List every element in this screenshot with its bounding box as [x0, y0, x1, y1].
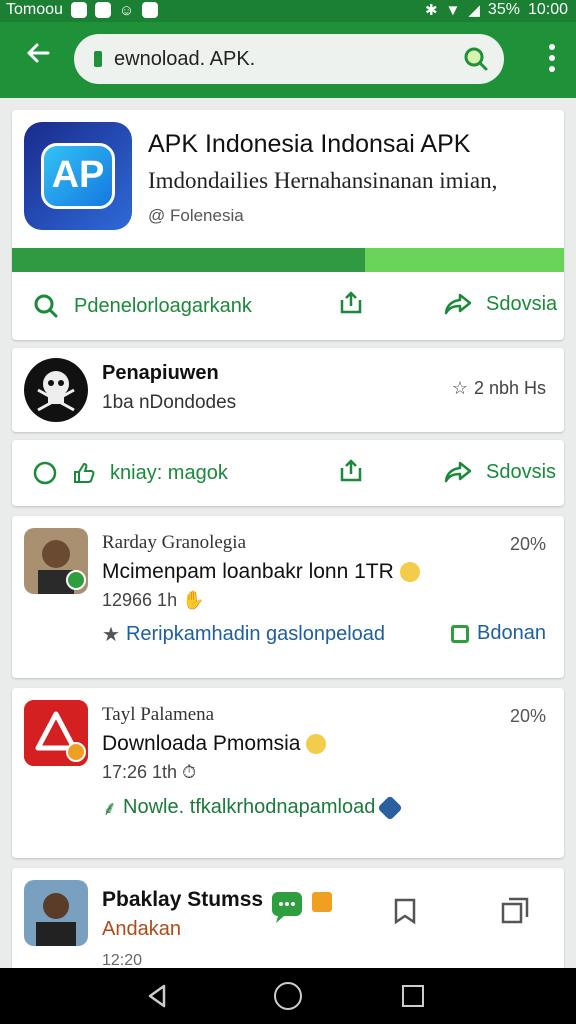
post-text: Downloada Pmomsia [102, 732, 327, 756]
verified-badge-icon [66, 570, 86, 590]
circle-icon [33, 461, 57, 485]
upload-box-icon [340, 459, 362, 482]
wifi-icon: ▼ [445, 1, 461, 19]
lock-icon [94, 51, 102, 67]
app-meta: @ Folenesia [148, 206, 244, 225]
download-button[interactable]: Pdenelorloagarkank [32, 292, 252, 320]
nav-recents-icon[interactable] [402, 985, 424, 1007]
app-logo[interactable]: AP [24, 122, 132, 230]
post-percent: 20% [509, 534, 546, 554]
search-icon[interactable] [462, 45, 490, 73]
nav-home-icon[interactable] [274, 982, 302, 1010]
post-author: Pbaklay Stumss [102, 888, 264, 911]
post-link-text: Reripkamhadin gaslonpeload [125, 623, 385, 645]
badge-icon [377, 794, 404, 821]
like-button[interactable]: kniay: magok [32, 460, 228, 486]
emoji-icon [399, 562, 420, 583]
profile-meta: ☆ 2 nbh Hs [452, 378, 546, 399]
post-link[interactable]: ⸙ Nowle. tfkalkrhodnapamload [102, 794, 404, 821]
post-percent: 20% [509, 706, 546, 726]
post-card[interactable]: Pbaklay Stumss Andakan 12:20 [12, 868, 564, 970]
hand-emoji-icon: ✋ [182, 590, 205, 610]
notification-app-icon [94, 2, 111, 18]
post-text-content: Mcimenpam loanbakr lonn 1TR [102, 560, 394, 583]
star-icon: ★ [102, 624, 120, 646]
download-label: Pdenelorloagarkank [74, 294, 252, 317]
post-time: 17:26 1th ⏱ [102, 762, 196, 783]
download-progress-bar [12, 248, 564, 272]
chat-bubble-icon[interactable] [270, 890, 304, 924]
post-text-content: Downloada Pmomsia [102, 732, 301, 755]
back-arrow-icon[interactable] [18, 38, 58, 78]
square-badge-icon [451, 624, 470, 643]
copy-icon[interactable] [500, 896, 530, 926]
notification-shield-icon [70, 2, 87, 18]
share-label: Sdovsis [486, 460, 557, 483]
post-time-text: 12966 1h [102, 590, 178, 610]
upload-box-icon [340, 291, 362, 314]
skull-avatar [24, 358, 88, 422]
app-actions: Pdenelorloagarkank Sdovsia [12, 272, 564, 340]
app-title: APK Indonesia Indonsai APK [148, 130, 471, 158]
nav-back-icon[interactable] [146, 984, 168, 1008]
avatar[interactable] [24, 880, 88, 946]
url-text[interactable]: ewnoload. APK. [114, 48, 255, 71]
profile-row[interactable]: Penapiuwen 1ba nDondodes ☆ 2 nbh Hs [12, 348, 564, 432]
profile-meta-text: 2 nbh Hs [473, 378, 546, 398]
post-author: Tayl Palamena [102, 704, 215, 725]
upload-button[interactable] [338, 458, 364, 484]
clock: 10:00 [527, 1, 568, 18]
post-action-right[interactable]: Bdonan [451, 622, 546, 645]
progress-fill [12, 248, 366, 272]
timer-icon: ⏱ [182, 762, 197, 782]
battery-level: 35% [487, 1, 520, 18]
bluetooth-icon: ✱ [424, 2, 438, 19]
post-text: Mcimenpam loanbakr lonn 1TR [102, 560, 420, 584]
system-navigation-bar [0, 968, 576, 1024]
browser-toolbar: ewnoload. APK. [0, 22, 576, 98]
profile-subtitle: 1ba nDondodes [102, 392, 237, 413]
post-time: 12966 1h ✋ [102, 590, 205, 611]
share-arrow-icon [444, 293, 472, 315]
overflow-menu-icon[interactable] [548, 44, 556, 76]
share-button[interactable]: Sdovsis [444, 460, 556, 484]
share-button[interactable]: Sdovsia [444, 292, 557, 316]
notification-square-icon [142, 2, 159, 18]
leaf-icon: ⸙ [102, 798, 117, 820]
status-bar: Tomoou ☺ ✱ ▼ ◢ 35% 10:00 [0, 0, 576, 22]
star-icon: ☆ [451, 378, 468, 398]
carrier-label: Tomoou [6, 1, 63, 18]
signal-icon: ◢ [468, 2, 480, 19]
post-link[interactable]: ★ Reripkamhadin gaslonpeload [102, 622, 385, 647]
like-label: kniay: magok [110, 461, 228, 484]
thumbs-up-icon [74, 462, 95, 483]
notification-face-icon: ☺ [118, 1, 135, 19]
emoji-icon [306, 734, 327, 755]
share-label: Sdovsia [486, 292, 558, 315]
status-badge-icon [66, 742, 86, 762]
warning-badge-icon [312, 892, 332, 912]
app-card: AP APK Indonesia Indonsai APK Imdondaili… [12, 110, 564, 340]
post-time-text: 17:26 1th [102, 762, 178, 782]
search-icon [34, 294, 58, 318]
address-bar[interactable]: ewnoload. APK. [74, 34, 504, 84]
post-action-right-label: Bdonan [477, 622, 546, 644]
reaction-bar: kniay: magok Sdovsis [12, 440, 564, 506]
post-link-text: Nowle. tfkalkrhodnapamload [123, 796, 376, 818]
upload-button[interactable] [338, 290, 364, 316]
post-author: Rarday Granolegia [102, 532, 247, 553]
post-subtitle: Andakan [102, 918, 181, 940]
bookmark-icon[interactable] [392, 896, 418, 926]
post-card[interactable]: Tayl Palamena 20% Downloada Pmomsia 17:2… [12, 688, 564, 858]
profile-name: Penapiuwen [102, 362, 219, 384]
post-card[interactable]: Rarday Granolegia 20% Mcimenpam loanbakr… [12, 516, 564, 678]
share-arrow-icon [444, 461, 472, 483]
app-subtitle: Imdondailies Hernahansinanan imian, [148, 168, 498, 193]
